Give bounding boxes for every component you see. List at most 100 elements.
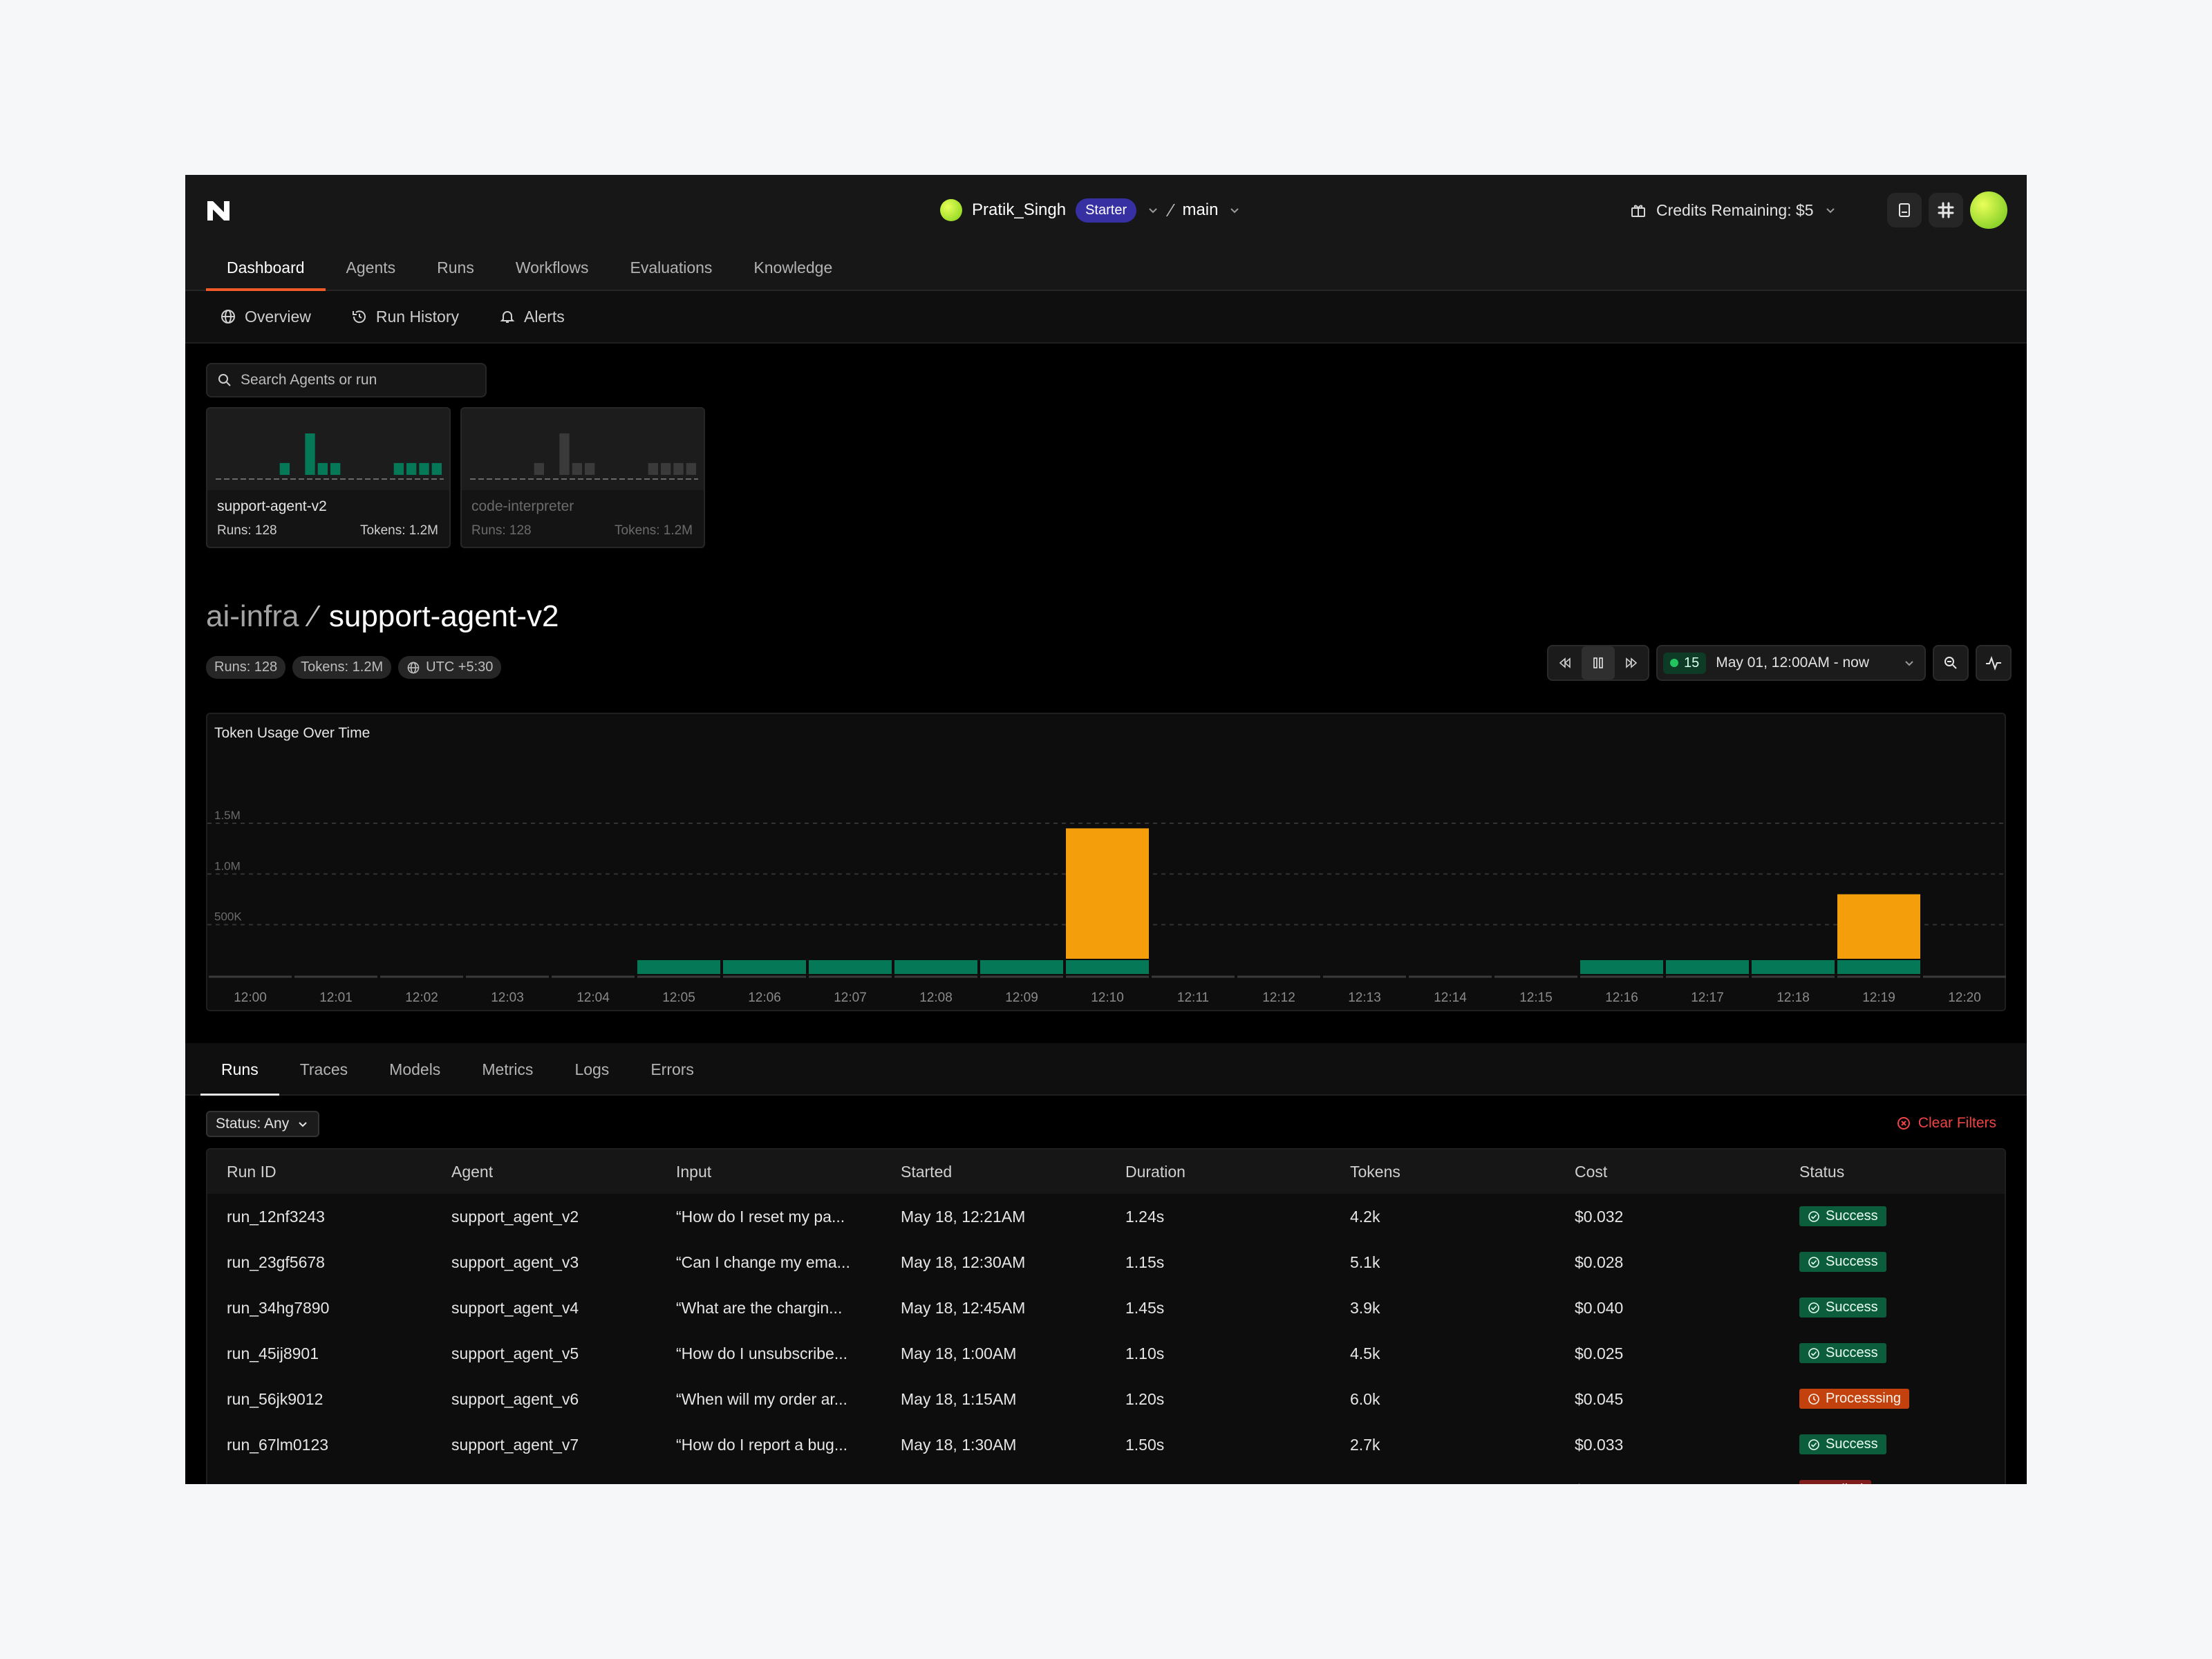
pause-button[interactable] — [1582, 646, 1615, 679]
table-cell: $0.032 — [1575, 1207, 1624, 1226]
token-bar[interactable] — [1837, 960, 1920, 974]
tab-knowledge[interactable]: Knowledge — [733, 245, 853, 291]
agent-card-code-interpreter[interactable]: code-interpreter Runs: 128 Tokens: 1.2M — [460, 407, 705, 548]
branch-name[interactable]: main — [1182, 200, 1218, 220]
token-bar[interactable] — [1837, 894, 1920, 959]
status-label: Success — [1826, 1345, 1878, 1361]
token-bar[interactable] — [1066, 960, 1149, 974]
agent-card-support-agent-v2[interactable]: support-agent-v2 Runs: 128 Tokens: 1.2M — [206, 407, 451, 548]
account-switcher[interactable]: Pratik_Singh Starter ⁄ main — [940, 191, 1241, 229]
x-tick-label: 12:02 — [405, 991, 438, 1005]
x-tick-label: 12:06 — [748, 991, 781, 1005]
token-bar[interactable] — [1066, 828, 1149, 959]
tab-logs[interactable]: Logs — [554, 1043, 630, 1096]
subnav-overview[interactable]: Overview — [220, 308, 311, 326]
column-header[interactable]: Cost — [1555, 1163, 1780, 1181]
table-cell: May 18, 12:30AM — [901, 1253, 1026, 1271]
tab-traces[interactable]: Traces — [279, 1043, 368, 1096]
token-bar[interactable] — [637, 960, 720, 974]
subnav-label: Alerts — [524, 307, 565, 326]
table-cell: 2.7k — [1350, 1435, 1380, 1454]
org-name[interactable]: ai-infra — [206, 599, 299, 634]
status-badge: Processsing — [1799, 1389, 1909, 1409]
table-row[interactable]: run_23gf5678 support_agent_v3 “Can I chang… — [207, 1239, 2005, 1285]
tab-models[interactable]: Models — [368, 1043, 461, 1096]
table-row[interactable]: run_78no1234support_agent_v8“Can I cance… — [207, 1468, 2005, 1484]
brand-logo[interactable] — [205, 197, 232, 225]
table-row[interactable]: run_45ij8901 support_agent_v5 “How do I un… — [207, 1331, 2005, 1376]
column-header[interactable]: Input — [657, 1163, 881, 1181]
timezone-pill[interactable]: UTC +5:30 — [398, 656, 502, 679]
time-range-select[interactable]: 15 May 01, 12:00AM - now — [1656, 645, 1926, 681]
token-bar[interactable] — [1580, 960, 1663, 974]
clear-circle-icon — [1897, 1117, 1910, 1130]
chevron-down-icon[interactable] — [1824, 203, 1837, 217]
token-bar[interactable] — [1752, 960, 1835, 974]
table-cell: run_23gf5678 — [227, 1253, 325, 1271]
table-row[interactable]: run_56jk9012 support_agent_v6 “When will m… — [207, 1376, 2005, 1422]
x-tick-label: 12:17 — [1691, 991, 1724, 1005]
check-circle-icon — [1808, 1347, 1819, 1359]
tab-evaluations[interactable]: Evaluations — [610, 245, 733, 291]
search-input[interactable] — [241, 372, 476, 388]
tab-runs-detail[interactable]: Runs — [200, 1043, 279, 1096]
token-bar[interactable] — [723, 960, 806, 974]
docs-button[interactable] — [1887, 193, 1922, 227]
table-cell: support_agent_v4 — [451, 1298, 579, 1317]
table-row[interactable]: run_12nf3243 support_agent_v2 “How do I re… — [207, 1194, 2005, 1239]
column-header[interactable]: Duration — [1106, 1163, 1331, 1181]
rewind-button[interactable] — [1548, 646, 1582, 679]
token-bar[interactable] — [980, 960, 1063, 974]
token-bar[interactable] — [894, 960, 977, 974]
chevron-down-icon[interactable] — [1228, 203, 1241, 217]
tab-metrics[interactable]: Metrics — [461, 1043, 554, 1096]
column-header[interactable]: Run ID — [207, 1163, 432, 1181]
slack-button[interactable] — [1929, 193, 1963, 227]
table-cell: 3.9k — [1350, 1298, 1380, 1317]
tab-errors[interactable]: Errors — [630, 1043, 715, 1096]
x-tick-label: 12:03 — [491, 991, 524, 1005]
subnav-alerts[interactable]: Alerts — [499, 308, 565, 326]
table-cell: Success — [1780, 1434, 2005, 1455]
column-header[interactable]: Agent — [432, 1163, 657, 1181]
tab-workflows[interactable]: Workflows — [495, 245, 610, 291]
token-bar[interactable] — [1666, 960, 1749, 974]
agent-meta-pills: Runs: 128 Tokens: 1.2M UTC +5:30 — [206, 656, 502, 679]
agent-card-tokens: Tokens: 1.2M — [615, 523, 693, 538]
tab-agents[interactable]: Agents — [326, 245, 417, 291]
check-circle-icon — [1808, 1302, 1819, 1313]
table-cell: $0.045 — [1575, 1389, 1624, 1408]
tab-runs[interactable]: Runs — [416, 245, 495, 291]
clear-filters-button[interactable]: Clear Filters — [1896, 1115, 1996, 1132]
credits-indicator[interactable]: Credits Remaining: $5 — [1630, 191, 1837, 229]
activity-icon — [1986, 656, 2001, 671]
sparkline-bar — [317, 462, 328, 475]
status-filter-label: Status: Any — [216, 1116, 290, 1132]
table-row[interactable]: run_34hg7890 support_agent_v4 “What are th… — [207, 1285, 2005, 1331]
token-bar[interactable] — [809, 960, 892, 974]
app-window: Pratik_Singh Starter ⁄ main Credits Rema… — [185, 175, 2027, 1484]
document-icon — [1899, 203, 1910, 217]
activity-button[interactable] — [1976, 645, 2012, 681]
x-tick-label: 12:13 — [1348, 991, 1381, 1005]
table-cell: “Can I cancel my subscri... — [657, 1481, 881, 1485]
chevron-down-icon[interactable] — [1146, 203, 1160, 217]
column-header[interactable]: Started — [881, 1163, 1106, 1181]
column-header[interactable]: Status — [1780, 1163, 2005, 1181]
x-tick-label: 12:04 — [577, 991, 610, 1005]
table-cell: support_agent_v8 — [432, 1481, 657, 1485]
table-cell: Failed — [1780, 1480, 2005, 1484]
table-cell: May 18, 1:30AM — [901, 1435, 1017, 1454]
sparkline-bar — [572, 462, 582, 475]
agent-card-runs: Runs: 128 — [217, 523, 277, 538]
user-name: Pratik_Singh — [972, 200, 1067, 219]
subnav-run-history[interactable]: Run History — [351, 308, 459, 326]
profile-avatar[interactable] — [1970, 191, 2007, 229]
runs-table: Run ID Agent Input Started Duration Toke… — [206, 1148, 2006, 1484]
zoom-out-button[interactable] — [1933, 645, 1969, 681]
table-row[interactable]: run_67lm0123 support_agent_v7 “How do I re… — [207, 1422, 2005, 1468]
column-header[interactable]: Tokens — [1331, 1163, 1555, 1181]
fast-forward-button[interactable] — [1615, 646, 1648, 679]
status-filter-select[interactable]: Status: Any — [206, 1111, 320, 1137]
tab-dashboard[interactable]: Dashboard — [206, 245, 326, 291]
